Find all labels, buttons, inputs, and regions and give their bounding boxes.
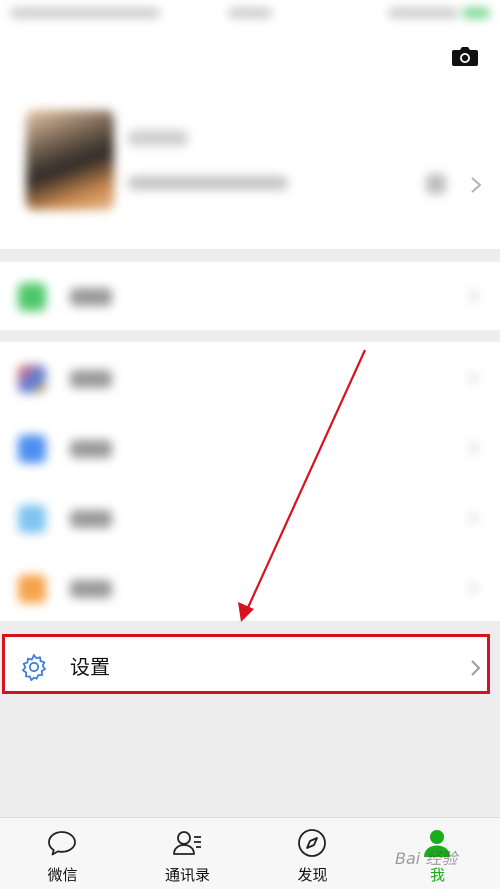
chevron-right-icon [471, 177, 482, 193]
menu-item-label [70, 580, 112, 598]
chevron-right-icon [471, 660, 481, 676]
card-icon [18, 505, 46, 533]
wallet-icon [18, 283, 46, 311]
favorites-icon [18, 365, 46, 393]
chevron-right-icon [469, 289, 478, 303]
menu-item-label [70, 440, 112, 458]
battery-info [388, 8, 458, 18]
tab-label: 通讯录 [164, 866, 210, 884]
menu-item-moments[interactable] [0, 412, 500, 482]
profile-name [128, 130, 188, 146]
tab-chats[interactable]: 微信 [0, 818, 125, 889]
avatar[interactable] [26, 110, 114, 210]
contacts-icon [173, 831, 201, 855]
menu-item-label [70, 370, 112, 388]
tab-discover[interactable]: 发现 [250, 818, 375, 889]
tab-label: 微信 [47, 866, 78, 884]
status-bar [0, 0, 500, 28]
chevron-right-icon [469, 441, 478, 455]
tab-contacts[interactable]: 通讯录 [125, 818, 250, 889]
camera-icon[interactable] [451, 44, 479, 68]
menu-item-stickers[interactable] [0, 552, 500, 622]
chevron-right-icon [469, 371, 478, 385]
chevron-right-icon [469, 581, 478, 595]
chat-bubble-icon [48, 831, 76, 856]
battery-icon [462, 8, 490, 18]
chevron-right-icon [469, 511, 478, 525]
profile-id [128, 176, 288, 190]
menu-item-favorites[interactable] [0, 342, 500, 412]
gear-icon [22, 654, 46, 681]
settings-label: 设置 [70, 655, 110, 679]
menu-item-label [70, 510, 112, 528]
album-icon [18, 435, 46, 463]
menu-item-label [70, 288, 112, 306]
menu-item-wallet[interactable] [0, 260, 500, 330]
carrier-info [10, 8, 160, 18]
menu-group-main [0, 342, 500, 621]
clock [228, 8, 272, 18]
menu-group-payment [0, 262, 500, 330]
compass-icon [298, 829, 326, 857]
watermark: Bai 经验 [395, 849, 458, 868]
sticker-icon [18, 575, 46, 603]
menu-item-cards[interactable] [0, 482, 500, 552]
tab-label: 发现 [297, 866, 328, 884]
qr-code-icon[interactable] [426, 174, 446, 194]
